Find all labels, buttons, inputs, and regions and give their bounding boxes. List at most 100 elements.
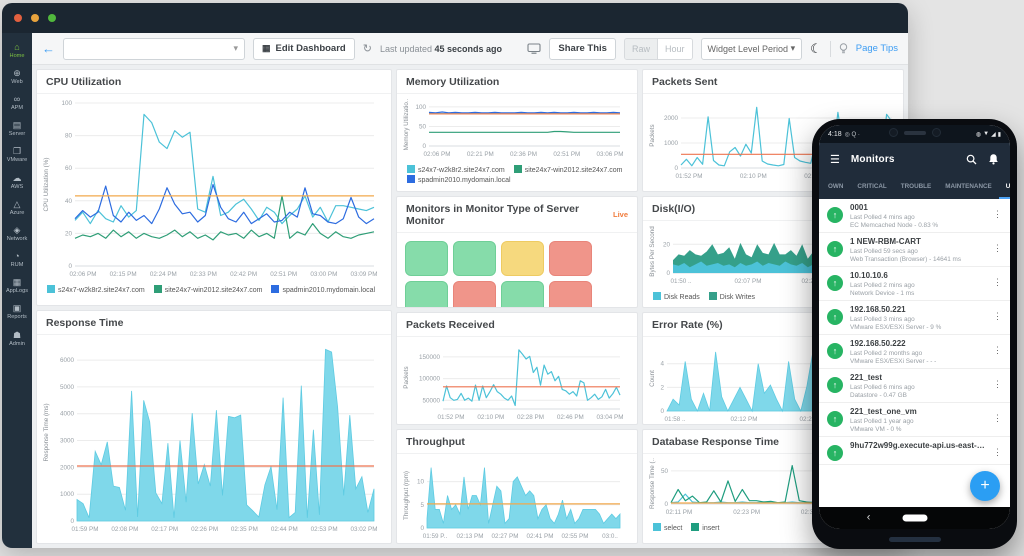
monitor-list-item[interactable]: ↑0001Last Polled 4 mins agoEC Memcached … (819, 199, 1010, 233)
svg-text:02:06 PM: 02:06 PM (424, 151, 451, 158)
monitor-tile-up[interactable] (405, 241, 448, 276)
item-menu-icon[interactable]: ⋮ (993, 339, 1002, 356)
add-monitor-fab[interactable]: + (970, 471, 1000, 501)
window-close-button[interactable] (14, 14, 22, 22)
svg-text:02:27 PM: 02:27 PM (492, 533, 519, 540)
dark-mode-moon-icon[interactable]: ☾ (810, 41, 822, 57)
page-tips-link[interactable]: Page Tips (856, 43, 898, 54)
monitor-polled: Last Polled 3 mins ago (850, 316, 986, 323)
monitor-list-item[interactable]: ↑221_test_one_vmLast Polled 1 year agoVM… (819, 403, 1010, 437)
cpu-utilization-card: CPU Utilization 02040608010002:06 PM02:1… (36, 69, 392, 306)
svg-text:0: 0 (70, 518, 74, 525)
monitor-list-item[interactable]: ↑192.168.50.222Last Polled 2 months agoV… (819, 335, 1010, 369)
monitor-tile-critical[interactable] (549, 281, 592, 309)
sidebar-item-azure[interactable]: △Azure (2, 194, 32, 220)
bell-icon[interactable] (988, 153, 999, 165)
status-up-icon: ↑ (827, 377, 843, 393)
svg-text:Memory Utilizatio..: Memory Utilizatio.. (403, 98, 410, 150)
monitor-name: 221_test_one_vm (850, 407, 986, 416)
monitor-tile-up[interactable] (501, 281, 544, 309)
phone-tab-trouble[interactable]: TROUBLE (894, 175, 938, 199)
svg-text:02:11 PM: 02:11 PM (666, 509, 693, 516)
sidebar-item-reports[interactable]: ▣Reports (2, 299, 32, 325)
sidebar-item-aws[interactable]: ☁AWS (2, 168, 32, 194)
period-segmented-control: RawHour (624, 38, 693, 60)
window-titlebar (2, 3, 908, 33)
search-icon[interactable] (966, 154, 977, 165)
svg-text:02:17 PM: 02:17 PM (151, 526, 178, 533)
monitor-tile-critical[interactable] (453, 281, 496, 309)
item-menu-icon[interactable]: ⋮ (993, 237, 1002, 254)
period-option-raw[interactable]: Raw (625, 39, 658, 59)
monitor-list-item[interactable]: ↑10.10.10.6Last Polled 2 mins agoNetwork… (819, 267, 1010, 301)
widget-level-period-select[interactable]: Widget Level Period ▾ (701, 38, 803, 60)
monitor-tile-up[interactable] (405, 281, 448, 309)
battery-icon: ▮ (998, 131, 1001, 138)
monitor-tile-trouble[interactable] (501, 241, 544, 276)
legend-item: s24x7-w2k8r2.site24x7.com (47, 285, 145, 294)
svg-text:2000: 2000 (60, 465, 75, 472)
response-time-card: Response Time 01000200030004000500060000… (36, 310, 392, 544)
phone-tab-maintenance[interactable]: MAINTENANCE (938, 175, 999, 199)
hamburger-menu-icon[interactable]: ☰ (830, 153, 840, 166)
notification-icons: ◎ Q · (845, 131, 860, 138)
monitor-polled: Last Polled 2 mins ago (850, 282, 986, 289)
monitor-tile-critical[interactable] (549, 241, 592, 276)
monitor-tile-up[interactable] (453, 241, 496, 276)
sidebar-item-apm[interactable]: ∞APM (2, 89, 32, 115)
display-share-icon[interactable] (527, 43, 541, 54)
sidebar-item-admin[interactable]: ☗Admin (2, 325, 32, 351)
share-this-button[interactable]: Share This (549, 38, 616, 60)
item-menu-icon[interactable]: ⋮ (993, 271, 1002, 288)
back-arrow-icon[interactable]: ← (42, 42, 55, 55)
web-icon: ⊕ (13, 68, 21, 78)
item-menu-icon[interactable]: ⋮ (993, 203, 1002, 220)
svg-text:02:46 PM: 02:46 PM (557, 414, 584, 421)
monitor-polled: Last Polled 59 secs ago (850, 248, 986, 255)
monitor-list-item[interactable]: ↑1 NEW-RBM-CARTLast Polled 59 secs agoWe… (819, 233, 1010, 267)
legend-item: s24x7-w2k8r2.site24x7.com (407, 165, 505, 174)
dashboard-select[interactable]: ▾ (63, 38, 245, 60)
svg-text:02:28 PM: 02:28 PM (517, 414, 544, 421)
monitor-list-item[interactable]: ↑9hu772w99g.execute-api.us-east-1...⋮ (819, 437, 1010, 465)
svg-text:CPU Utilization (%): CPU Utilization (%) (43, 158, 50, 212)
nav-back-icon[interactable]: ‹ (867, 511, 871, 523)
item-menu-icon[interactable]: ⋮ (993, 407, 1002, 424)
sidebar-item-vmware[interactable]: ❐VMware (2, 142, 32, 168)
phone-screen: 4:18 ◎ Q · ◍ ▼ ◢ ▮ ☰ Monitors (819, 125, 1010, 529)
window-maximize-button[interactable] (48, 14, 56, 22)
monitor-list-item[interactable]: ↑192.168.50.221Last Polled 3 mins agoVMw… (819, 301, 1010, 335)
sidebar-item-web[interactable]: ⊕Web (2, 63, 32, 89)
monitor-polled: Last Polled 6 mins ago (850, 384, 986, 391)
rum-icon: ◔ (14, 251, 19, 261)
svg-text:0: 0 (422, 143, 426, 150)
phone-tab-up[interactable]: UP (999, 175, 1010, 199)
chart-legend: s24x7-w2k8r2.site24x7.comsite24x7-win201… (37, 284, 391, 298)
item-menu-icon[interactable]: ⋮ (993, 373, 1002, 390)
svg-text:02:33 PM: 02:33 PM (190, 271, 217, 278)
nav-home-pill[interactable] (902, 515, 927, 522)
sidebar-item-applogs[interactable]: ▦AppLogs (2, 273, 32, 299)
phone-tab-own[interactable]: OWN (821, 175, 850, 199)
svg-text:50000: 50000 (422, 398, 440, 405)
refresh-icon[interactable]: ↻ (363, 42, 372, 55)
monitor-name: 9hu772w99g.execute-api.us-east-1... (850, 441, 986, 450)
sidebar-item-home[interactable]: ⌂Home (2, 37, 32, 63)
period-option-hour[interactable]: Hour (658, 39, 692, 59)
svg-text:02:35 PM: 02:35 PM (231, 526, 258, 533)
sidebar-item-rum[interactable]: ◔RUM (2, 247, 32, 273)
item-menu-icon[interactable]: ⋮ (993, 441, 1002, 458)
window-minimize-button[interactable] (31, 14, 39, 22)
phone-tab-critical[interactable]: CRITICAL (850, 175, 893, 199)
sidebar-item-network[interactable]: ◈Network (2, 220, 32, 246)
monitor-list-item[interactable]: ↑221_testLast Polled 6 mins agoDatastore… (819, 369, 1010, 403)
svg-text:Count: Count (649, 370, 656, 387)
status-up-icon: ↑ (827, 343, 843, 359)
item-menu-icon[interactable]: ⋮ (993, 305, 1002, 322)
svg-text:01:52 PM: 01:52 PM (676, 173, 703, 180)
sidebar-item-server[interactable]: ▤Server (2, 116, 32, 142)
chevron-down-icon: ▾ (791, 43, 796, 54)
monitor-detail: Web Transaction (Browser) - 14641 ms (850, 256, 986, 263)
edit-dashboard-button[interactable]: ▦ Edit Dashboard (253, 38, 355, 60)
svg-text:0: 0 (674, 165, 678, 172)
